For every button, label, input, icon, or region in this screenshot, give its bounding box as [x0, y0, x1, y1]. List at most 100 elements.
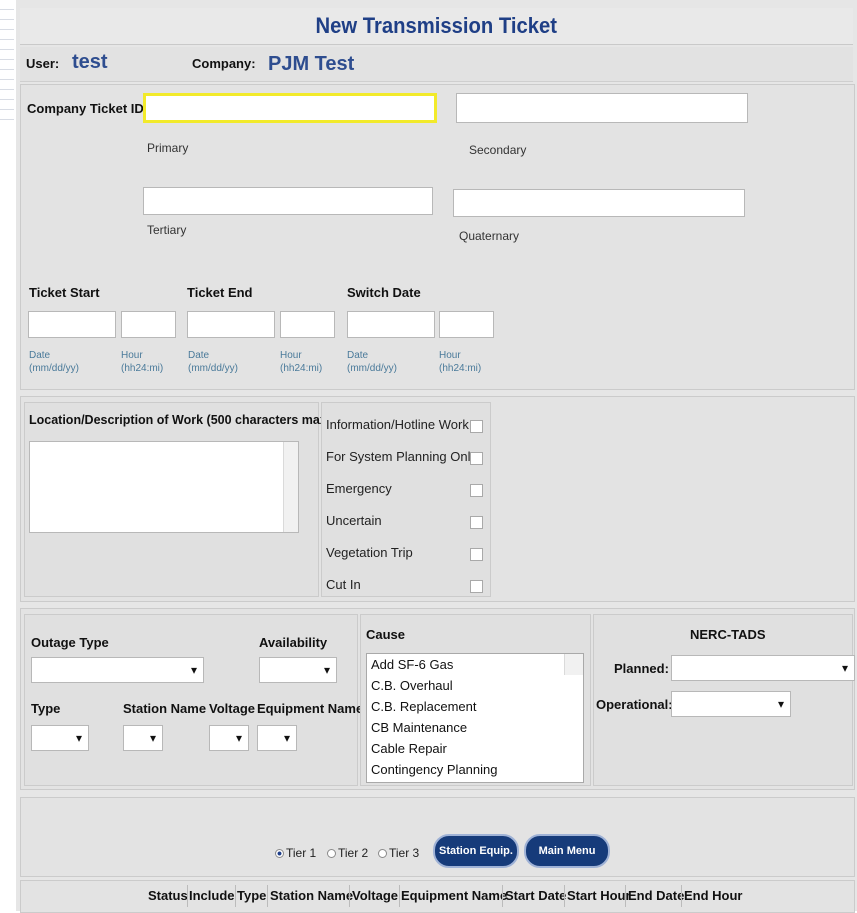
start-date-hint: Date (mm/dd/yy)	[29, 350, 79, 374]
switch-date-label: Switch Date	[347, 285, 421, 300]
cause-option[interactable]: Contingency Planning	[367, 759, 583, 780]
quaternary-caption: Quaternary	[459, 229, 520, 243]
description-box: Location/Description of Work (500 charac…	[24, 402, 331, 597]
tier-panel: Tier 1 Tier 2 Tier 3 Station Equip. Main…	[20, 797, 855, 877]
col-divider	[399, 885, 400, 907]
col-type: Type	[237, 888, 267, 903]
switch-hour-hint: Hour (hh24:mi)	[439, 350, 482, 374]
operational-label: Operational:	[596, 697, 673, 712]
end-hour-hint: Hour (hh24:mi)	[280, 350, 323, 374]
nerc-tads-box: NERC-TADS Planned: Operational:	[593, 614, 855, 786]
col-divider	[681, 885, 682, 907]
station-name-label: Station Name	[123, 701, 207, 716]
tier3-radio[interactable]: Tier 3	[378, 846, 419, 860]
col-end-hour: End Hour	[684, 888, 743, 903]
col-divider	[235, 885, 236, 907]
tier1-radio-dot[interactable]	[275, 849, 284, 859]
outage-panel: Outage Type Availability Type Station Na…	[20, 608, 855, 790]
tier1-radio[interactable]: Tier 1	[275, 846, 316, 860]
col-include: Include	[189, 888, 235, 903]
flag-cut-in-label: Cut In	[326, 577, 361, 592]
col-start-hour: Start Hour	[567, 888, 631, 903]
col-divider	[502, 885, 503, 907]
work-flags-box: Information/Hotline Work For System Plan…	[321, 402, 491, 597]
col-divider	[564, 885, 565, 907]
flag-uncertain-label: Uncertain	[326, 513, 382, 528]
user-value: test	[72, 51, 108, 73]
ticket-panel: Company Ticket ID: Primary Secondary Ter…	[20, 84, 855, 390]
outage-box: Outage Type Availability Type Station Na…	[24, 614, 363, 786]
cause-box: Cause Add SF-6 Gas C.B. Overhaul C.B. Re…	[360, 614, 591, 786]
user-bar: User: test Company: PJM Test	[20, 47, 853, 82]
description-scrollbar[interactable]	[283, 442, 298, 532]
main-menu-button[interactable]: Main Menu	[524, 834, 610, 868]
flag-emergency-label: Emergency	[326, 481, 392, 496]
company-value: PJM Test	[268, 53, 355, 75]
cause-option[interactable]: Add SF-6 Gas	[367, 654, 583, 675]
col-start-date: Start Date	[505, 888, 567, 903]
col-divider	[625, 885, 626, 907]
work-panel: Location/Description of Work (500 charac…	[20, 396, 855, 602]
cause-label: Cause	[366, 627, 406, 642]
col-divider	[187, 885, 188, 907]
primary-caption: Primary	[147, 141, 189, 155]
end-date-hint: Date (mm/dd/yy)	[188, 350, 238, 374]
description-textarea[interactable]	[29, 441, 299, 533]
col-equipment-name: Equipment Name	[401, 888, 508, 903]
planned-label: Planned:	[614, 661, 669, 676]
operational-select[interactable]	[671, 691, 791, 717]
tertiary-ticket-input[interactable]	[143, 187, 433, 215]
type-select[interactable]	[31, 725, 89, 751]
col-station-name: Station Name	[270, 888, 354, 903]
tertiary-caption: Tertiary	[147, 223, 187, 237]
user-label: User:	[26, 56, 60, 71]
secondary-ticket-input[interactable]	[456, 93, 748, 123]
planned-select[interactable]	[671, 655, 855, 681]
primary-ticket-input[interactable]	[143, 93, 437, 123]
quaternary-ticket-input[interactable]	[453, 189, 745, 217]
outage-type-label: Outage Type	[31, 635, 109, 650]
flag-emergency-checkbox[interactable]	[470, 484, 483, 497]
availability-label: Availability	[259, 635, 328, 650]
ticket-start-hour-input[interactable]	[121, 311, 176, 338]
equipment-table-header: Status Include Type Station Name Voltage…	[20, 880, 855, 913]
cause-option[interactable]: C.B. Replacement	[367, 696, 583, 717]
cause-option[interactable]: Cable Repair	[367, 738, 583, 759]
cause-option[interactable]: CB Maintenance	[367, 717, 583, 738]
station-equip-button[interactable]: Station Equip.	[433, 834, 519, 868]
switch-hour-input[interactable]	[439, 311, 494, 338]
equipment-name-label: Equipment Name	[257, 701, 364, 716]
tier2-radio[interactable]: Tier 2	[327, 846, 368, 860]
flag-system-planning-checkbox[interactable]	[470, 452, 483, 465]
tier2-radio-dot[interactable]	[327, 849, 336, 859]
ticket-start-date-input[interactable]	[28, 311, 116, 338]
ticket-end-date-input[interactable]	[187, 311, 275, 338]
col-divider	[349, 885, 350, 907]
flag-information-hotline-checkbox[interactable]	[470, 420, 483, 433]
flag-system-planning-label: For System Planning Only	[326, 449, 478, 464]
flag-vegetation-trip-checkbox[interactable]	[470, 548, 483, 561]
flag-cut-in-checkbox[interactable]	[470, 580, 483, 593]
ticket-end-hour-input[interactable]	[280, 311, 335, 338]
station-name-select[interactable]	[123, 725, 163, 751]
description-label: Location/Description of Work (500 charac…	[29, 413, 331, 427]
cause-listbox[interactable]: Add SF-6 Gas C.B. Overhaul C.B. Replacem…	[366, 653, 584, 783]
title-bar: New Transmission Ticket	[20, 8, 853, 45]
col-status: Status	[148, 888, 188, 903]
company-ticket-id-label: Company Ticket ID:	[27, 101, 149, 116]
switch-date-input[interactable]	[347, 311, 435, 338]
tier3-radio-dot[interactable]	[378, 849, 387, 859]
ticket-start-label: Ticket Start	[29, 285, 100, 300]
type-label: Type	[31, 701, 61, 716]
voltage-select[interactable]	[209, 725, 249, 751]
company-label: Company:	[192, 56, 256, 71]
outage-type-select[interactable]	[31, 657, 204, 683]
availability-select[interactable]	[259, 657, 337, 683]
cause-option[interactable]: C.B. Overhaul	[367, 675, 583, 696]
equipment-name-select[interactable]	[257, 725, 297, 751]
flag-uncertain-checkbox[interactable]	[470, 516, 483, 529]
col-end-date: End Date	[628, 888, 685, 903]
flag-vegetation-trip-label: Vegetation Trip	[326, 545, 413, 560]
cause-scrollbar[interactable]	[564, 654, 583, 675]
edge-decoration	[0, 0, 16, 130]
